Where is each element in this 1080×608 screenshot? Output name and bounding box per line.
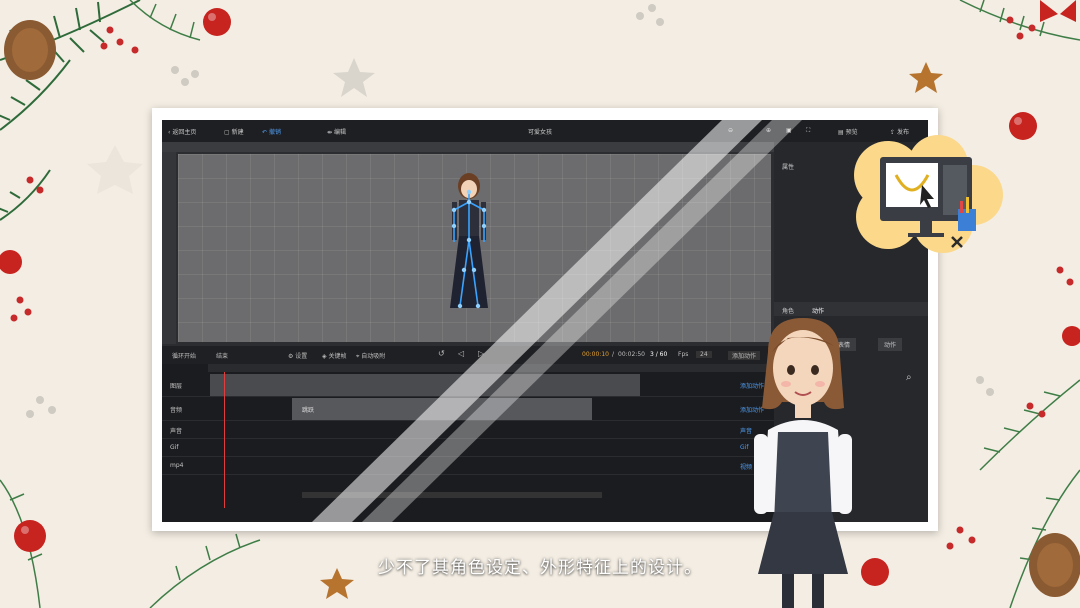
timeline-track[interactable]: mp4 视频 xyxy=(162,458,774,475)
end-label: 结束 xyxy=(216,353,229,360)
timeline-ruler xyxy=(208,364,774,372)
new-button[interactable]: ▢ 新建 xyxy=(224,127,244,136)
timeline-panel: 图层 添加动作 音频 跳跃 添加动作 声音 声音 Gif Gif mp4 视频 xyxy=(162,364,774,522)
playhead[interactable] xyxy=(224,372,225,508)
fps-input[interactable]: 24 xyxy=(696,351,712,358)
loop-icon[interactable]: ↺ xyxy=(438,349,445,358)
zoom-out-icon[interactable]: ⊖ xyxy=(728,127,733,134)
timeline-track[interactable]: Gif Gif xyxy=(162,440,774,457)
loop-start-label: 循环开始 xyxy=(172,353,197,360)
vertical-ruler xyxy=(162,152,176,344)
undo-button[interactable]: ↶ 撤销 xyxy=(262,127,281,136)
monitor-design-icon xyxy=(854,135,1003,253)
fps-label: Fps xyxy=(678,351,689,358)
fullscreen-icon[interactable]: ⛶ xyxy=(806,127,810,135)
action-button[interactable]: 动作 xyxy=(878,338,903,351)
track-clip[interactable] xyxy=(210,374,640,396)
auto-snap-button[interactable]: ⌖ 自动吸附 xyxy=(356,351,385,361)
zoom-in-icon[interactable]: ⊕ xyxy=(766,127,771,134)
total-time: 00:02:50 xyxy=(618,351,645,358)
track-clip[interactable]: 跳跃 xyxy=(292,398,592,420)
playback-controls: 循环开始 结束 ⚙ 设置 ◈ 关键帧 ⌖ 自动吸附 ↺ ◁ ▷ 00:00:10… xyxy=(162,346,774,364)
timeline-track[interactable]: 图层 添加动作 xyxy=(162,374,774,397)
timeline-track[interactable]: 声音 声音 xyxy=(162,422,774,439)
character-rig[interactable] xyxy=(444,170,494,320)
current-time: 00:00:10 xyxy=(582,351,609,358)
keyframe-button[interactable]: ◈ 关键帧 xyxy=(322,351,347,360)
search-icon[interactable]: ⌕ xyxy=(906,372,912,383)
document-title: 可爱女孩 xyxy=(528,129,553,136)
editor-toolbar: ‹ 返回主页 ▢ 新建 ↶ 撤销 ⇹ 编辑 可爱女孩 ⊖ ⊕ ▣ ⛶ ▤ 预览 … xyxy=(162,120,928,142)
edit-button[interactable]: ⇹ 编辑 xyxy=(327,127,346,136)
play-icon[interactable]: ▷ xyxy=(478,349,484,358)
home-button[interactable]: ‹ 返回主页 xyxy=(168,127,196,136)
prev-frame-icon[interactable]: ◁ xyxy=(458,349,464,358)
canvas-stage[interactable] xyxy=(178,154,771,342)
timeline-scrollbar[interactable] xyxy=(302,492,602,498)
video-subtitle: 少不了其角色设定、外形特征上的设计。 xyxy=(378,558,702,578)
fit-screen-icon[interactable]: ▣ xyxy=(786,127,792,134)
settings-button[interactable]: ⚙ 设置 xyxy=(288,351,307,360)
frame-counter: 3 / 60 xyxy=(650,351,668,358)
timeline-track[interactable]: 音频 跳跃 添加动作 xyxy=(162,398,774,421)
panel-title: 属性 xyxy=(782,164,795,171)
